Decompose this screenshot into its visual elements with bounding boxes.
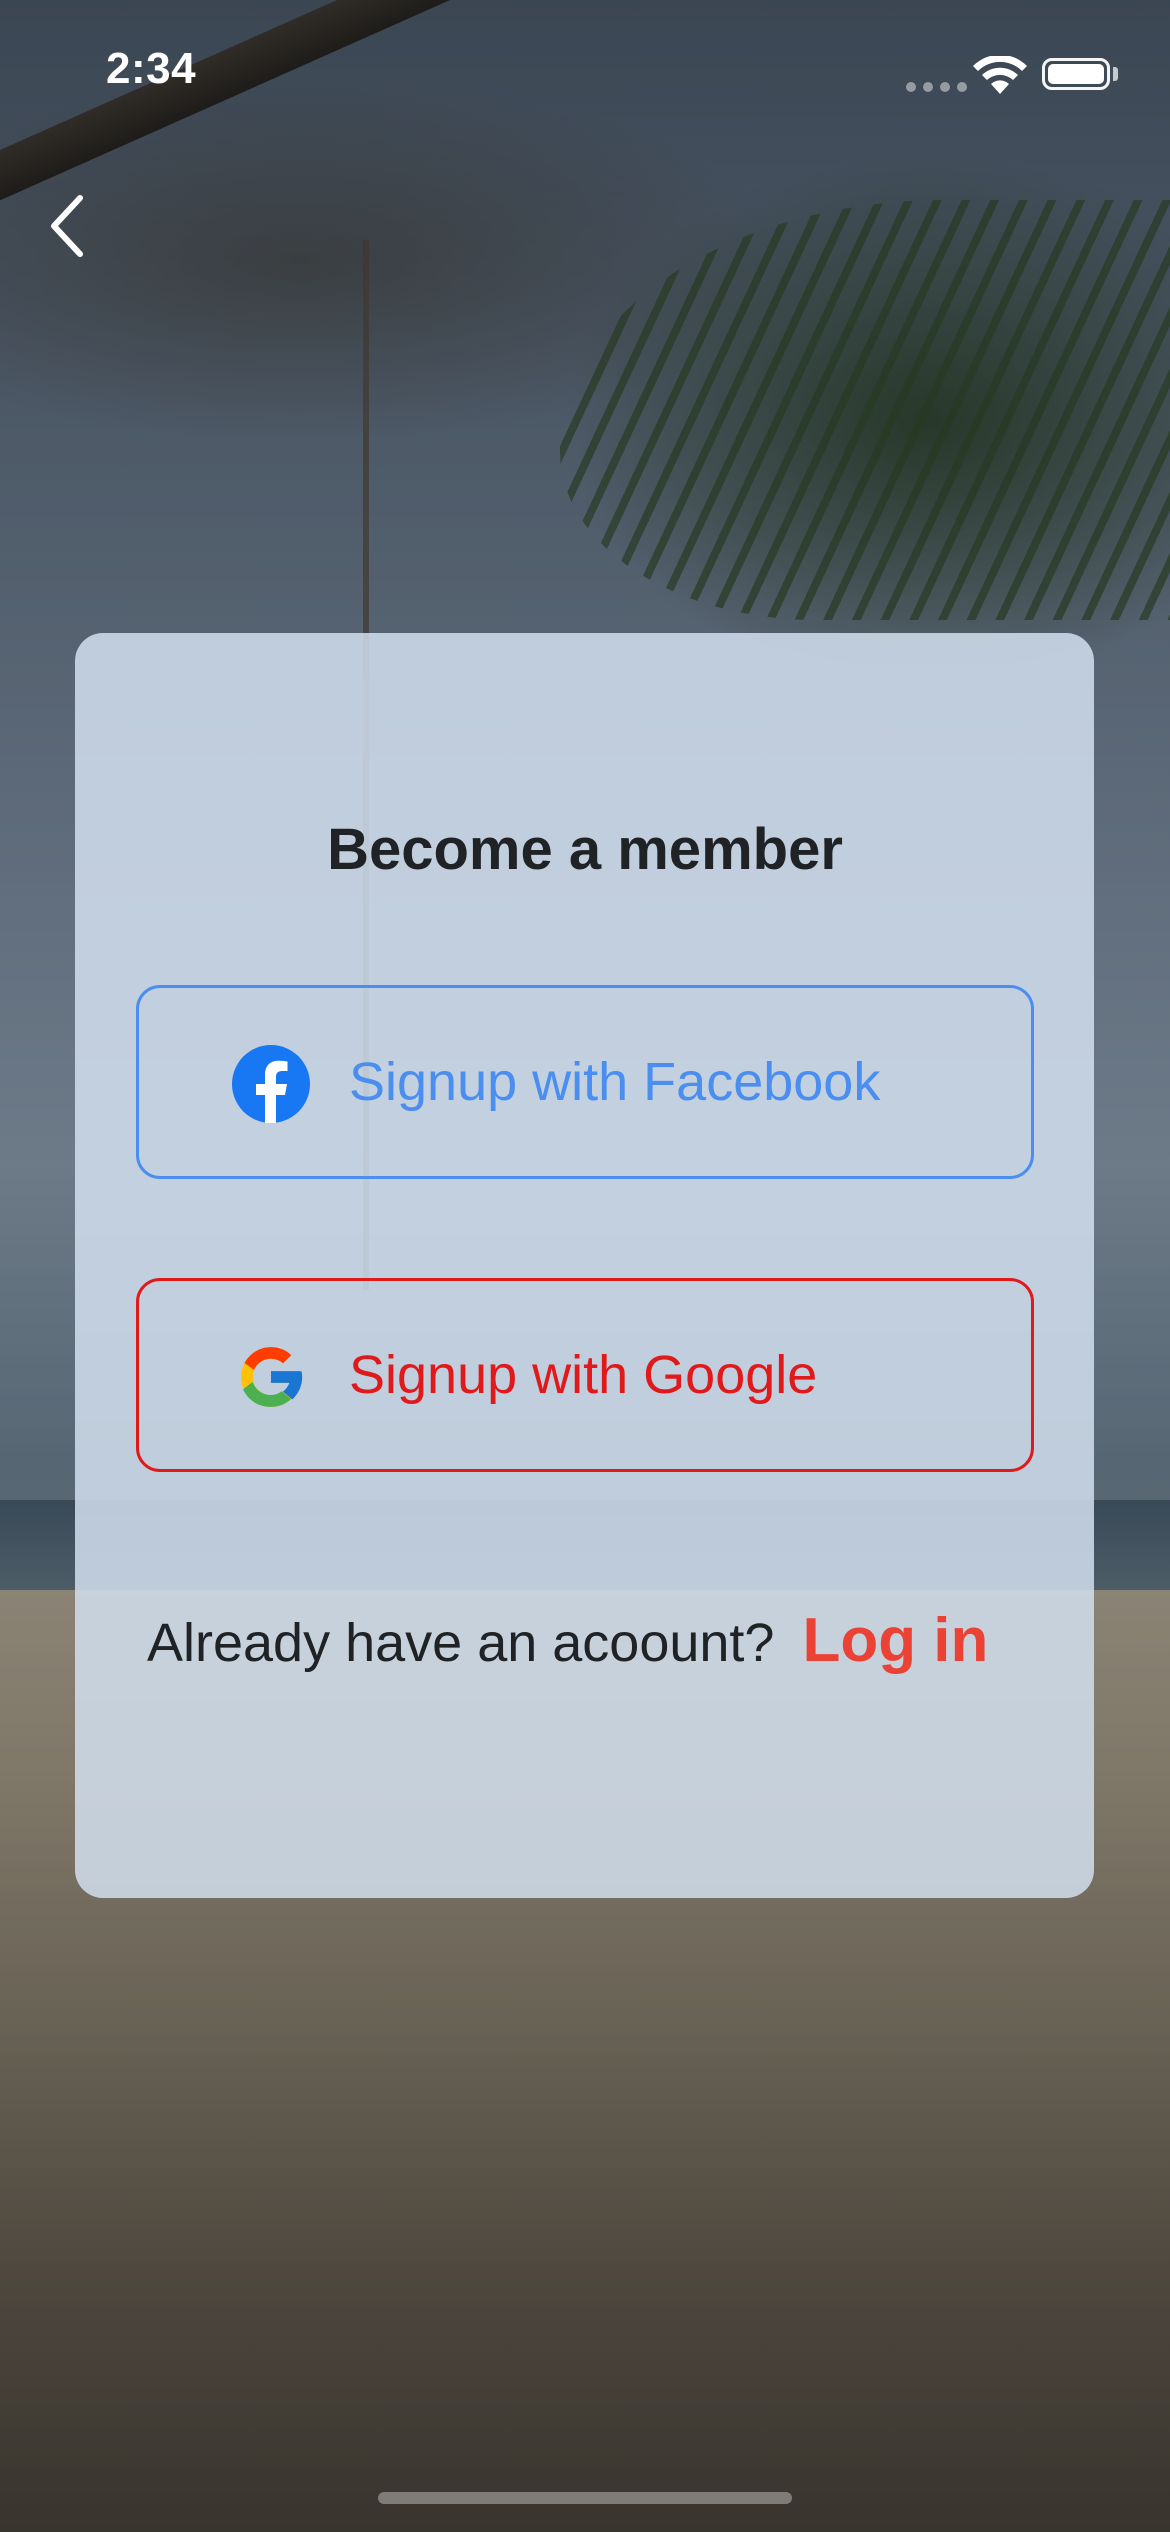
facebook-button-label: Signup with Facebook — [349, 1052, 881, 1112]
signup-google-button[interactable]: Signup with Google — [136, 1278, 1034, 1472]
google-icon — [241, 1347, 303, 1407]
google-button-label: Signup with Google — [349, 1345, 818, 1405]
login-link[interactable]: Log in — [802, 1605, 988, 1676]
signup-facebook-button[interactable]: Signup with Facebook — [136, 985, 1034, 1179]
signup-screen: 2:34 Become a member Signup with Faceboo… — [0, 0, 1170, 2532]
card-title: Become a member — [327, 817, 843, 882]
cellular-signal-icon — [906, 82, 967, 92]
facebook-icon — [232, 1045, 310, 1123]
back-button[interactable] — [36, 186, 96, 266]
wifi-icon — [973, 56, 1027, 94]
home-indicator[interactable] — [378, 2492, 792, 2504]
login-row: Already have an acoount? Log in — [147, 1605, 988, 1676]
battery-icon — [1042, 58, 1110, 90]
status-time: 2:34 — [106, 44, 197, 93]
battery-cap — [1113, 67, 1118, 81]
login-prompt: Already have an acoount? — [147, 1613, 775, 1673]
chevron-left-icon — [51, 195, 83, 257]
